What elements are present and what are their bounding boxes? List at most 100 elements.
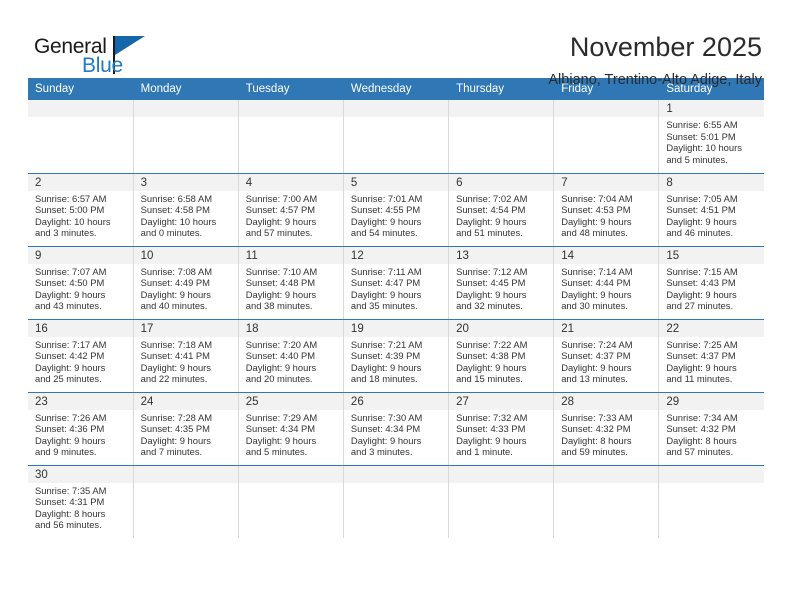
day-cell-inner: 27 Sunrise: 7:32 AM Sunset: 4:33 PM Dayligh… (449, 392, 554, 465)
day-cell-inner: 25 Sunrise: 7:29 AM Sunset: 4:34 PM Dayligh… (238, 392, 343, 465)
daylight-duration-line1: Daylight: 10 hours (140, 215, 217, 227)
daylight-duration-line1: Daylight: 10 hours (666, 142, 742, 154)
calendar-day-cell[interactable]: 29 Sunrise: 7:34 AM Sunset: 4:32 PM Dayligh… (658, 392, 764, 466)
calendar-day-cell[interactable]: 8 Sunrise: 7:05 AM Sunset: 4:51 PM Daylight… (658, 173, 764, 247)
daylight-duration-line1: Daylight: 10 hours (35, 215, 111, 227)
calendar-day-cell[interactable]: 19 Sunrise: 7:21 AM Sunset: 4:39 PM Dayligh… (343, 319, 450, 393)
calendar-day-cell-empty (448, 465, 555, 538)
daylight-duration-line2: and 32 minutes. (456, 300, 523, 312)
calendar-day-cell[interactable]: 18 Sunrise: 7:20 AM Sunset: 4:40 PM Dayligh… (238, 319, 344, 393)
daylight-duration-line2: and 11 minutes. (666, 373, 733, 385)
day-number: 18 (238, 319, 343, 337)
calendar-day-cell[interactable]: 17 Sunrise: 7:18 AM Sunset: 4:41 PM Dayligh… (133, 319, 239, 393)
sunset-time: Sunset: 4:35 PM (140, 423, 210, 435)
day-sun-info: Sunrise: 7:17 AM Sunset: 4:42 PM Daylight:… (28, 337, 133, 385)
daylight-duration-line1: Daylight: 9 hours (456, 215, 527, 227)
blue-triangle-flag-icon (115, 36, 145, 55)
general-blue-logo[interactable]: General Blue (30, 30, 150, 78)
day-number: 7 (554, 173, 659, 191)
sunrise-time: Sunrise: 7:35 AM (35, 484, 107, 496)
sunrise-time: Sunrise: 7:20 AM (245, 338, 318, 350)
calendar-day-cell[interactable]: 4 Sunrise: 7:00 AM Sunset: 4:57 PM Daylight… (238, 173, 344, 247)
day-sun-info: Sunrise: 7:04 AM Sunset: 4:53 PM Daylight:… (554, 191, 658, 239)
sunset-time: Sunset: 4:42 PM (35, 350, 105, 362)
calendar-day-cell[interactable]: 9 Sunrise: 7:07 AM Sunset: 4:50 PM Daylight… (28, 246, 134, 320)
daylight-duration-line2: and 40 minutes. (140, 300, 208, 312)
sunset-time: Sunset: 4:47 PM (350, 277, 421, 289)
sunrise-time: Sunrise: 7:07 AM (35, 265, 107, 277)
sunset-time: Sunset: 4:54 PM (456, 204, 526, 216)
calendar-day-cell[interactable]: 28 Sunrise: 7:33 AM Sunset: 4:32 PM Dayligh… (553, 392, 660, 466)
day-sun-info: Sunrise: 7:14 AM Sunset: 4:44 PM Daylight:… (554, 264, 658, 312)
calendar-day-cell-empty (658, 465, 764, 538)
daylight-duration-line2: and 0 minutes. (140, 227, 203, 239)
daylight-duration-line2: and 25 minutes. (35, 373, 102, 385)
day-cell-inner (343, 100, 449, 173)
calendar-day-cell-empty (553, 100, 660, 174)
calendar-day-cell[interactable]: 27 Sunrise: 7:32 AM Sunset: 4:33 PM Dayligh… (448, 392, 555, 466)
calendar-day-cell[interactable]: 23 Sunrise: 7:26 AM Sunset: 4:36 PM Dayligh… (28, 392, 134, 466)
calendar-day-cell[interactable]: 24 Sunrise: 7:28 AM Sunset: 4:35 PM Dayligh… (133, 392, 239, 466)
calendar-day-cell[interactable]: 30 Sunrise: 7:35 AM Sunset: 4:31 PM Dayligh… (28, 465, 134, 538)
day-cell-inner: 7 Sunrise: 7:04 AM Sunset: 4:53 PM Daylight… (554, 173, 659, 246)
daylight-duration-line1: Daylight: 9 hours (245, 215, 317, 227)
calendar-day-cell[interactable]: 10 Sunrise: 7:08 AM Sunset: 4:49 PM Dayligh… (133, 246, 239, 320)
day-cell-inner: 19 Sunrise: 7:21 AM Sunset: 4:39 PM Dayligh… (343, 319, 449, 392)
calendar-day-cell[interactable]: 6 Sunrise: 7:02 AM Sunset: 4:54 PM Daylight… (448, 173, 555, 247)
sunset-time: Sunset: 4:40 PM (245, 350, 316, 362)
calendar-day-cell[interactable]: 25 Sunrise: 7:29 AM Sunset: 4:34 PM Dayligh… (238, 392, 344, 466)
calendar-day-cell[interactable]: 14 Sunrise: 7:14 AM Sunset: 4:44 PM Dayligh… (553, 246, 660, 320)
day-sun-info: Sunrise: 7:22 AM Sunset: 4:38 PM Daylight:… (449, 337, 553, 385)
day-number (659, 465, 764, 483)
day-cell-inner (238, 465, 343, 539)
sunrise-time: Sunrise: 7:15 AM (666, 265, 738, 277)
day-cell-inner: 1 Sunrise: 6:55 AM Sunset: 5:01 PM Daylight… (659, 100, 764, 173)
calendar-day-cell[interactable]: 26 Sunrise: 7:30 AM Sunset: 4:34 PM Dayligh… (343, 392, 450, 466)
calendar-week-row: 30 Sunrise: 7:35 AM Sunset: 4:31 PM Dayligh… (28, 465, 764, 538)
day-cell-inner (343, 465, 449, 539)
calendar-day-cell[interactable]: 5 Sunrise: 7:01 AM Sunset: 4:55 PM Daylight… (343, 173, 450, 247)
calendar-day-cell[interactable]: 16 Sunrise: 7:17 AM Sunset: 4:42 PM Dayligh… (28, 319, 134, 393)
day-cell-inner: 16 Sunrise: 7:17 AM Sunset: 4:42 PM Dayligh… (28, 319, 133, 392)
calendar-day-cell[interactable]: 11 Sunrise: 7:10 AM Sunset: 4:48 PM Dayligh… (238, 246, 344, 320)
calendar-day-cell[interactable]: 22 Sunrise: 7:25 AM Sunset: 4:37 PM Dayligh… (658, 319, 764, 393)
calendar-day-cell[interactable]: 1 Sunrise: 6:55 AM Sunset: 5:01 PM Daylight… (658, 100, 764, 174)
day-number: 8 (659, 173, 764, 191)
sunset-time: Sunset: 5:01 PM (666, 130, 736, 142)
page-header: General Blue November 2025 Albiano, Tren… (0, 0, 792, 88)
daylight-duration-line1: Daylight: 9 hours (35, 434, 106, 446)
day-cell-inner: 13 Sunrise: 7:12 AM Sunset: 4:45 PM Dayligh… (449, 246, 554, 319)
sunrise-time: Sunrise: 7:05 AM (666, 192, 738, 204)
daylight-duration-line2: and 5 minutes. (245, 446, 308, 458)
day-number (343, 100, 449, 117)
daylight-duration-line2: and 48 minutes. (561, 227, 628, 239)
day-sun-info: Sunrise: 7:24 AM Sunset: 4:37 PM Daylight:… (554, 337, 658, 385)
daylight-duration-line1: Daylight: 9 hours (561, 361, 632, 373)
daylight-duration-line2: and 59 minutes. (561, 446, 628, 458)
day-sun-info: Sunrise: 6:55 AM Sunset: 5:01 PM Daylight:… (659, 117, 764, 165)
sunrise-time: Sunrise: 7:17 AM (35, 338, 107, 350)
day-number: 3 (133, 173, 238, 191)
daylight-duration-line2: and 22 minutes. (140, 373, 208, 385)
day-sun-info: Sunrise: 7:32 AM Sunset: 4:33 PM Daylight:… (449, 410, 553, 458)
calendar-day-cell[interactable]: 3 Sunrise: 6:58 AM Sunset: 4:58 PM Daylight… (133, 173, 239, 247)
day-sun-info: Sunrise: 7:21 AM Sunset: 4:39 PM Daylight:… (344, 337, 448, 385)
calendar-day-cell[interactable]: 15 Sunrise: 7:15 AM Sunset: 4:43 PM Dayligh… (658, 246, 764, 320)
calendar-day-cell[interactable]: 12 Sunrise: 7:11 AM Sunset: 4:47 PM Dayligh… (343, 246, 450, 320)
calendar-day-cell[interactable]: 13 Sunrise: 7:12 AM Sunset: 4:45 PM Dayligh… (448, 246, 555, 320)
calendar-day-cell[interactable]: 2 Sunrise: 6:57 AM Sunset: 5:00 PM Daylight… (28, 173, 134, 247)
sunrise-time: Sunrise: 7:11 AM (350, 265, 422, 277)
sunset-time: Sunset: 4:48 PM (245, 277, 316, 289)
sunset-time: Sunset: 4:32 PM (666, 423, 736, 435)
daylight-duration-line1: Daylight: 9 hours (456, 288, 527, 300)
calendar-day-cell[interactable]: 7 Sunrise: 7:04 AM Sunset: 4:53 PM Daylight… (553, 173, 660, 247)
calendar-day-cell[interactable]: 21 Sunrise: 7:24 AM Sunset: 4:37 PM Dayligh… (553, 319, 660, 393)
sunrise-time: Sunrise: 7:01 AM (350, 192, 423, 204)
calendar-day-cell[interactable]: 20 Sunrise: 7:22 AM Sunset: 4:38 PM Dayligh… (448, 319, 555, 393)
weekday-header-wednesday: Wednesday (343, 78, 450, 100)
day-cell-inner: 26 Sunrise: 7:30 AM Sunset: 4:34 PM Dayligh… (343, 392, 449, 465)
day-cell-inner: 24 Sunrise: 7:28 AM Sunset: 4:35 PM Dayligh… (133, 392, 238, 465)
weekday-header-thursday: Thursday (448, 78, 555, 100)
day-sun-info: Sunrise: 7:08 AM Sunset: 4:49 PM Daylight:… (134, 264, 238, 312)
daylight-duration-line1: Daylight: 9 hours (666, 215, 737, 227)
